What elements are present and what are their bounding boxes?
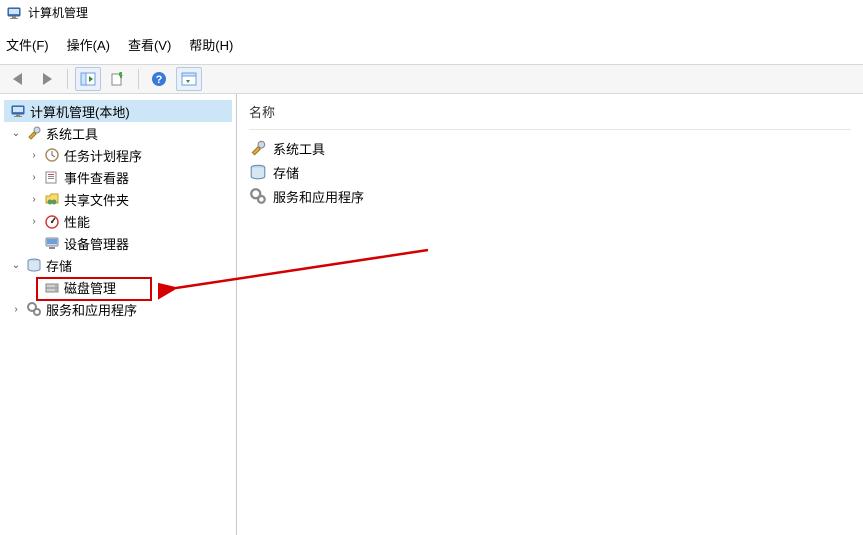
- list-item-system-tools[interactable]: 系统工具: [249, 136, 851, 160]
- menu-help[interactable]: 帮助(H): [189, 35, 233, 54]
- tree-label: 计算机管理(本地): [30, 102, 130, 121]
- body-split: 计算机管理(本地) ⌄ 系统工具 › 任务计划程序 › 事件查看器 ›: [0, 94, 863, 535]
- menubar: 文件(F) 操作(A) 查看(V) 帮助(H): [0, 25, 863, 64]
- tree-label: 共享文件夹: [64, 190, 129, 209]
- menu-file[interactable]: 文件(F): [6, 35, 49, 54]
- tools-icon: [26, 125, 42, 141]
- expander-icon[interactable]: ›: [10, 304, 22, 315]
- column-header-name[interactable]: 名称: [249, 100, 851, 130]
- tree-label: 设备管理器: [64, 234, 129, 253]
- list-item-label: 服务和应用程序: [273, 187, 364, 206]
- tree-root[interactable]: 计算机管理(本地): [4, 100, 232, 122]
- tree-storage[interactable]: ⌄ 存储: [4, 254, 232, 276]
- tools-icon: [249, 139, 267, 157]
- properties-button[interactable]: [176, 67, 202, 91]
- clock-icon: [44, 147, 60, 163]
- list-item-label: 存储: [273, 163, 299, 182]
- services-icon: [249, 187, 267, 205]
- toolbar: ?: [0, 64, 863, 94]
- disk-icon: [44, 279, 60, 295]
- performance-icon: [44, 213, 60, 229]
- menu-view[interactable]: 查看(V): [128, 35, 171, 54]
- shared-folder-icon: [44, 191, 60, 207]
- tree-label: 任务计划程序: [64, 146, 142, 165]
- tree-label: 系统工具: [46, 124, 98, 143]
- tree-device-manager[interactable]: 设备管理器: [4, 232, 232, 254]
- services-icon: [26, 301, 42, 317]
- titlebar: 计算机管理: [0, 0, 863, 25]
- tree-label: 性能: [64, 212, 90, 231]
- tree-event-viewer[interactable]: › 事件查看器: [4, 166, 232, 188]
- event-icon: [44, 169, 60, 185]
- list-panel: 名称 系统工具 存储 服务和应用程序: [237, 94, 863, 535]
- tree-shared-folders[interactable]: › 共享文件夹: [4, 188, 232, 210]
- nav-forward-button[interactable]: [34, 67, 60, 91]
- tree-label: 服务和应用程序: [46, 300, 137, 319]
- expander-icon[interactable]: ›: [28, 150, 40, 161]
- expander-icon[interactable]: ›: [28, 216, 40, 227]
- computer-icon: [10, 103, 26, 119]
- toolbar-separator: [138, 69, 139, 89]
- help-button[interactable]: ?: [146, 67, 172, 91]
- tree-system-tools[interactable]: ⌄ 系统工具: [4, 122, 232, 144]
- storage-icon: [26, 257, 42, 273]
- tree-label: 存储: [46, 256, 72, 275]
- menu-action[interactable]: 操作(A): [67, 35, 110, 54]
- expander-icon[interactable]: ›: [28, 194, 40, 205]
- window-title: 计算机管理: [28, 4, 88, 21]
- nav-back-button[interactable]: [4, 67, 30, 91]
- list-item-services-apps[interactable]: 服务和应用程序: [249, 184, 851, 208]
- list-item-label: 系统工具: [273, 139, 325, 158]
- toolbar-separator: [67, 69, 68, 89]
- tree-services-apps[interactable]: › 服务和应用程序: [4, 298, 232, 320]
- expander-icon[interactable]: ⌄: [10, 128, 22, 139]
- tree-performance[interactable]: › 性能: [4, 210, 232, 232]
- app-icon: [6, 5, 22, 21]
- export-button[interactable]: [105, 67, 131, 91]
- tree-label: 磁盘管理: [64, 278, 116, 297]
- tree-label: 事件查看器: [64, 168, 129, 187]
- svg-text:?: ?: [156, 74, 163, 86]
- tree-disk-management[interactable]: 磁盘管理: [4, 276, 232, 298]
- expander-icon[interactable]: ›: [28, 172, 40, 183]
- show-hide-tree-button[interactable]: [75, 67, 101, 91]
- device-icon: [44, 235, 60, 251]
- expander-icon[interactable]: ⌄: [10, 260, 22, 271]
- storage-icon: [249, 163, 267, 181]
- list-item-storage[interactable]: 存储: [249, 160, 851, 184]
- tree-task-scheduler[interactable]: › 任务计划程序: [4, 144, 232, 166]
- tree-panel: 计算机管理(本地) ⌄ 系统工具 › 任务计划程序 › 事件查看器 ›: [0, 94, 237, 535]
